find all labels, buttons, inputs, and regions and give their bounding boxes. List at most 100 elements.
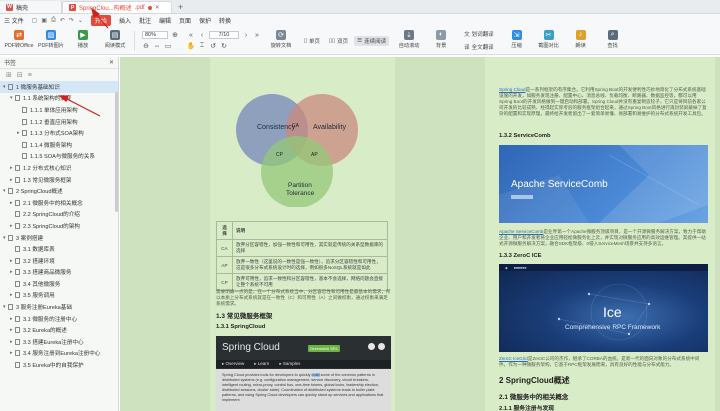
print-icon[interactable]: ⎙ <box>51 17 56 24</box>
menu-start[interactable]: 开始 <box>90 15 111 26</box>
last-page-icon[interactable]: » <box>253 31 261 39</box>
sidebar-bookmark-item[interactable]: ▸ 1.1.3 分布式SOA架构 <box>0 127 118 139</box>
single-page-button[interactable]: ▯ 单页 <box>301 36 323 46</box>
bookmark-label: 1.1 系统架构的演变 <box>23 96 72 103</box>
sidebar-bookmark-item[interactable]: ▸ 1.3 常见微服务框架 <box>0 174 118 186</box>
undo-icon[interactable]: ↶ <box>60 17 65 24</box>
sidebar-bookmark-item[interactable]: 1.1.5 SOA与微服务的关系 <box>0 151 118 163</box>
sidebar-bookmark-item[interactable]: ▾ 3 服务注册Eureka基础 <box>0 301 118 313</box>
document-view[interactable]: Consistency Availability Partition Toler… <box>120 57 720 411</box>
nav-overview[interactable]: ▸ Overview <box>222 361 244 367</box>
sidebar-bookmark-item[interactable]: 1.1.4 微服务架构 <box>0 139 118 151</box>
zoom-in-icon[interactable]: ⊕ <box>171 31 179 39</box>
play-icon: ▶ <box>78 29 88 40</box>
dropdown-icon[interactable]: ⌄ <box>78 17 83 24</box>
close-tab-icon[interactable]: ✕ <box>155 4 160 11</box>
sidebar-bookmark-item[interactable]: ▾ 1 微服务基础知识 <box>0 81 118 93</box>
sidebar-bookmark-item[interactable]: ▸ 2.1 微服务中的相关概念 <box>0 197 118 209</box>
sidebar-bookmark-item[interactable]: ▸ 3.2 搭建环境 <box>0 255 118 267</box>
sidebar-bookmark-item[interactable]: 1.1.1 单体应用架构 <box>0 104 118 116</box>
sidebar-scrollbar[interactable] <box>115 92 118 212</box>
open-icon[interactable]: ▢ <box>32 17 38 24</box>
sidebar-bookmark-item[interactable]: 3.1 数据库表 <box>0 243 118 255</box>
bookmark-add-icon[interactable]: ⊞ <box>6 71 12 79</box>
rotate-left-icon[interactable]: ↺ <box>209 42 217 50</box>
menu-annotate[interactable]: 批注 <box>139 16 151 25</box>
menu-page[interactable]: 页面 <box>179 16 191 25</box>
compress-button[interactable]: ⇲ 压缩 <box>502 29 532 53</box>
auto-scroll-button[interactable]: ⇣ 自动滚动 <box>394 29 424 53</box>
menu-protect[interactable]: 保护 <box>199 16 211 25</box>
zeroc-ice-title: Ice <box>603 304 622 320</box>
sidebar-bookmark-item[interactable]: ▸ 3.2 Eureka的概述 <box>0 324 118 336</box>
speaker-icon: ♪ <box>575 29 586 40</box>
nav-samples[interactable]: ▸ Samples <box>279 361 300 367</box>
bookmark-delete-icon[interactable]: ⊟ <box>17 71 23 79</box>
toolbar-separator <box>134 30 135 51</box>
sidebar-bookmark-item[interactable]: ▾ 3 案例搭建 <box>0 232 118 244</box>
sidebar-bookmark-item[interactable]: ▸ 3.3 搭建Eureka注册中心 <box>0 336 118 348</box>
full-translate-button[interactable]: 译全文翻译 <box>461 42 497 52</box>
word-translate-button[interactable]: 文划词翻译 <box>461 29 497 39</box>
sidebar-bookmark-item[interactable]: ▸ 2.3 SpringCloud的架构 <box>0 220 118 232</box>
tab-home[interactable]: W 稿壳 <box>0 1 62 13</box>
rotate-right-icon[interactable]: ↻ <box>220 42 228 50</box>
find-button[interactable]: ⌕ 查找 <box>598 29 628 53</box>
fit-width-icon[interactable]: ⇔ <box>153 42 161 50</box>
tab-document[interactable]: P SpringClou...构概述 .pdf ✕ <box>62 1 172 13</box>
sidebar-bookmark-item[interactable]: ▾ 2 SpringCloud概述 <box>0 185 118 197</box>
banner-button <box>511 195 533 199</box>
servicecomb-link[interactable]: Apache ServiceComb <box>499 229 543 234</box>
stackoverflow-icon[interactable] <box>378 343 385 350</box>
sidebar-bookmark-item[interactable]: ▸ 3.4 服务注册到Eureka注册中心 <box>0 348 118 360</box>
next-page-icon[interactable]: › <box>242 31 250 39</box>
sidebar-bookmark-item[interactable]: ▾ 1.1 系统架构的演变 <box>0 93 118 105</box>
sidebar-bookmark-item[interactable]: ▸ 3.5 服务调用 <box>0 290 118 302</box>
sidebar-bookmark-item[interactable]: 3.4 其他微服务 <box>0 278 118 290</box>
nav-learn[interactable]: ▸ Learn <box>254 361 269 367</box>
bookmark-collapse-icon[interactable]: ≡ <box>28 72 32 79</box>
hand-tool-icon[interactable]: ✋ <box>187 42 196 50</box>
bookmark-icon <box>8 83 13 90</box>
prev-page-icon[interactable]: ‹ <box>198 31 206 39</box>
rotate-document-button[interactable]: ⟳ 旋转文档 <box>266 29 296 53</box>
table-row: CA 放弃分区容错性，加强一致性和可用性，其实就是传统的关系型数据库的选择 <box>216 239 388 257</box>
menu-file[interactable]: 三 文件 <box>4 16 24 25</box>
play-button[interactable]: ▶ 播放 <box>68 29 98 53</box>
zeroc-link[interactable]: ZeroC IceGrid <box>499 356 528 361</box>
sidebar-bookmark-item[interactable]: 2.2 SpringCloud的介绍 <box>0 209 118 221</box>
fit-page-icon[interactable]: ▭ <box>164 42 172 50</box>
sidebar-bookmark-item[interactable]: ▸ 1.2 分布式核心知识 <box>0 162 118 174</box>
springcloud-link[interactable]: Spring Cloud <box>499 87 526 92</box>
menu-edit[interactable]: 编辑 <box>159 16 171 25</box>
pdf-to-office-button[interactable]: ⇄ PDF转Office <box>4 29 34 53</box>
read-mode-button[interactable]: ▤ 阅读模式 <box>100 29 130 53</box>
pdf-to-image-button[interactable]: ▨ PDF转图片 <box>36 29 66 53</box>
sidebar-bookmark-item[interactable]: ▸ 3.1 微服务的注册中心 <box>0 313 118 325</box>
github-icon[interactable] <box>368 343 375 350</box>
bookmark-icon <box>15 164 20 171</box>
zoom-out-icon[interactable]: ⊖ <box>142 42 150 50</box>
close-sidebar-icon[interactable]: ✕ <box>109 59 114 66</box>
redo-icon[interactable]: ↷ <box>69 17 74 24</box>
zeroc-subtitle: Comprehensive RPC Framework <box>565 324 661 331</box>
read-aloud-button[interactable]: ♪ 朗读 <box>566 29 596 53</box>
menu-convert[interactable]: 转换 <box>219 16 231 25</box>
select-tool-icon[interactable]: ⌶ <box>198 42 206 50</box>
sidebar-bookmark-item[interactable]: 1.1.2 垂直应用架构 <box>0 116 118 128</box>
double-page-button[interactable]: ▯▯ 双页 <box>326 36 351 46</box>
background-button[interactable]: ◐ 背景 <box>426 29 456 53</box>
menu-insert[interactable]: 插入 <box>119 16 131 25</box>
sidebar-bookmark-item[interactable]: ▸ 3.3 搭建商品微服务 <box>0 267 118 279</box>
sidebar-bookmark-item[interactable]: 3.5 Eureka中的自我保护 <box>0 359 118 371</box>
screenshot-compare-button[interactable]: ✂ 截图对比 <box>534 29 564 53</box>
page-number-input[interactable]: 7/10 <box>209 31 239 39</box>
first-page-icon[interactable]: « <box>187 31 195 39</box>
bookmark-label: 2.2 SpringCloud的介绍 <box>23 212 80 219</box>
new-tab-button[interactable]: + <box>178 2 183 12</box>
zoom-select[interactable]: 80% <box>142 31 168 39</box>
save-icon[interactable]: ▣ <box>41 17 47 24</box>
bookmark-icon <box>15 211 20 218</box>
continuous-read-button[interactable]: ☰ 连续阅读 <box>354 35 390 46</box>
bookmark-label: 2.3 SpringCloud的架构 <box>23 223 80 230</box>
